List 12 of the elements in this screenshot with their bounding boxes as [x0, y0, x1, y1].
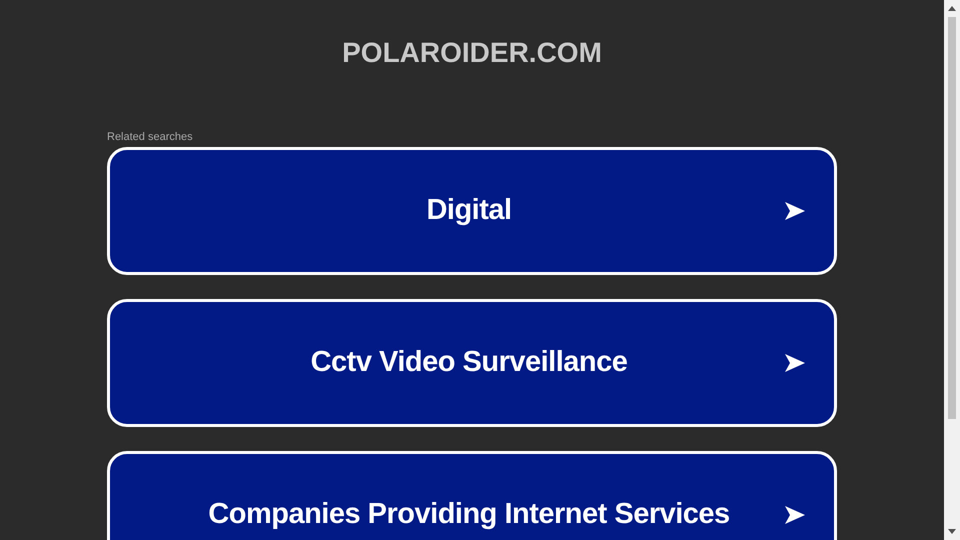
scrollbar-thumb[interactable]	[948, 17, 956, 419]
related-search-link[interactable]: Cctv Video Surveillance	[107, 299, 837, 427]
related-search-link[interactable]: Companies Providing Internet Services	[107, 451, 837, 540]
site-title: POLAROIDER.COM	[342, 36, 602, 70]
arrow-icon	[784, 505, 806, 525]
scroll-down-icon[interactable]	[948, 529, 956, 534]
related-search-link[interactable]: Digital	[107, 147, 837, 275]
scrollbar[interactable]	[944, 0, 960, 540]
scroll-up-icon[interactable]	[948, 6, 956, 11]
related-searches-label: Related searches	[107, 130, 193, 144]
arrow-icon	[784, 353, 806, 373]
arrow-icon	[784, 201, 806, 221]
